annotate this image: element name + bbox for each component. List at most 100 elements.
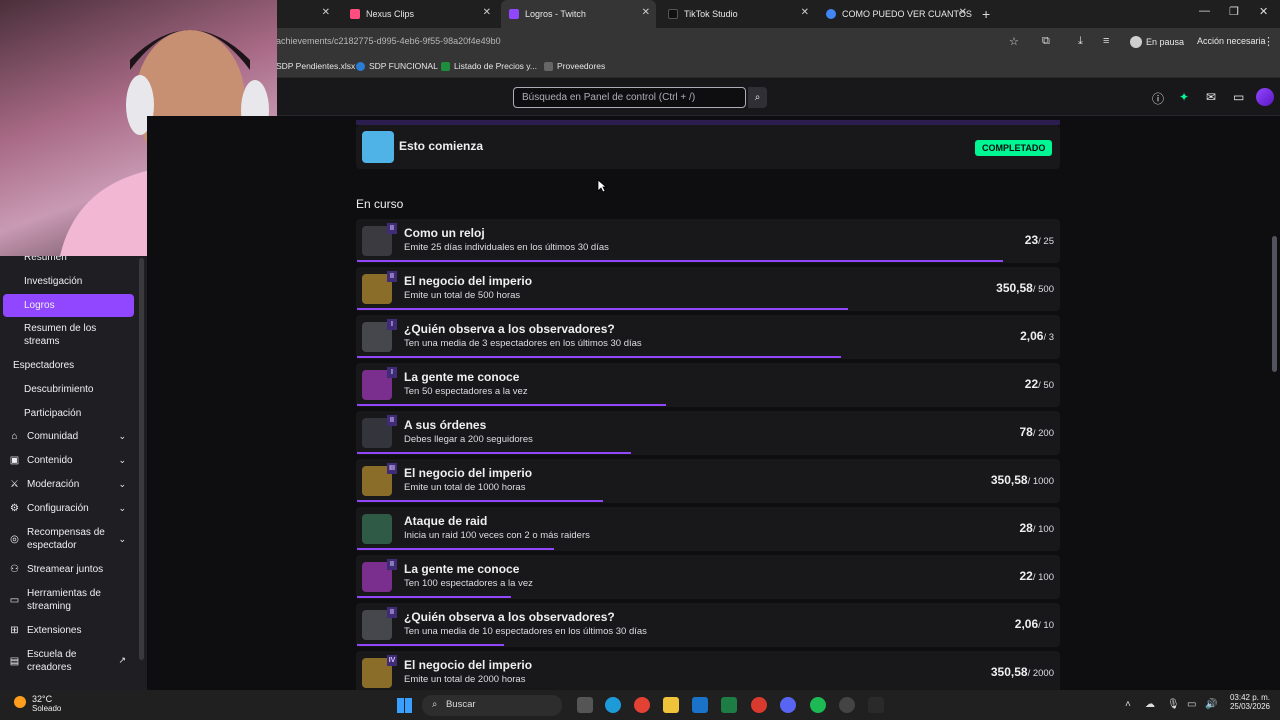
sidebar-item-espectadores[interactable]: Espectadores [0, 360, 140, 371]
file-explorer-icon[interactable] [663, 697, 679, 713]
achievement-completed-card[interactable]: Esto comienza [356, 125, 1060, 169]
sidebar-item-resumen-streams[interactable]: Resumen de los streams [0, 322, 120, 348]
achievement-card[interactable]: II La gente me conoce Ten 100 espectadores… [356, 555, 1060, 599]
achievement-card[interactable]: Ataque de raid Inicia un raid 100 veces c… [356, 507, 1060, 551]
menu-kebab-icon[interactable]: ⋮ [1263, 35, 1274, 48]
bookmark-item[interactable]: SDP FUNCIONAL [356, 61, 438, 71]
progress-bar [357, 404, 666, 406]
achievement-description: Emite un total de 1000 horas [404, 482, 526, 493]
epic-games-icon[interactable] [868, 697, 884, 713]
sidebar-item-extensiones[interactable]: ⊞ Extensiones [0, 625, 140, 636]
sidebar-scrollbar[interactable] [139, 258, 144, 660]
edge-icon[interactable] [605, 697, 621, 713]
avatar[interactable] [1256, 88, 1274, 106]
sidebar-item-recompensas[interactable]: ◎ Recompensas de espectador ⌄ [0, 526, 140, 552]
chrome-icon[interactable] [634, 697, 650, 713]
window-close-icon[interactable]: ✕ [1259, 5, 1268, 18]
tab-title: COMO PUEDO VER CUANTOS [842, 9, 972, 19]
achievement-card[interactable]: I ¿Quién observa a los observadores? Ten u… [356, 315, 1060, 359]
sidebar-item-escuela[interactable]: ▤ Escuela de creadores ↗ [0, 648, 140, 674]
community-icon: ⌂ [11, 431, 18, 442]
achievement-card[interactable]: II El negocio del imperio Emite un total d… [356, 267, 1060, 311]
bookmark-item[interactable]: SDP Pendientes.xlsx [276, 61, 355, 71]
close-icon[interactable]: ✕ [483, 7, 491, 18]
outlook-icon[interactable] [692, 697, 708, 713]
taskbar-clock[interactable]: 03:42 p. m. 25/03/2026 [1222, 693, 1270, 711]
close-icon[interactable]: ✕ [801, 7, 809, 18]
discord-icon[interactable] [780, 697, 796, 713]
achievement-card[interactable]: I La gente me conoce Ten 50 espectadores a… [356, 363, 1060, 407]
achievement-card[interactable]: II ¿Quién observa a los observadores? Ten … [356, 603, 1060, 647]
achievement-card[interactable]: III El negocio del imperio Emite un total … [356, 459, 1060, 503]
search-icon[interactable]: ⌕ [748, 87, 767, 108]
pdf-reader-icon[interactable] [751, 697, 767, 713]
main-scrollbar[interactable] [1272, 236, 1277, 372]
extensions-puzzle-icon[interactable]: ⧉ [1042, 35, 1050, 48]
download-icon[interactable]: ⤓ [1078, 35, 1083, 48]
sidebar-item-comunidad[interactable]: ⌂ Comunidad ⌄ [0, 431, 140, 442]
achievement-card[interactable]: IV El negocio del imperio Emite un total d… [356, 651, 1060, 695]
chevron-up-icon[interactable]: ˄ [1125, 699, 1131, 710]
display-icon[interactable]: ▭ [1187, 699, 1196, 710]
restore-icon[interactable]: ❐ [1229, 5, 1239, 18]
sidebar-item-moderacion[interactable]: ⚔ Moderación ⌄ [0, 479, 140, 490]
bookmark-item[interactable]: Listado de Precios y... [441, 61, 537, 71]
progress-bar [357, 452, 631, 454]
volume-icon[interactable]: 🔊 [1205, 699, 1217, 710]
close-icon[interactable]: ✕ [959, 7, 967, 18]
achievement-card[interactable]: II A sus órdenes Debes llegar a 200 seguid… [356, 411, 1060, 455]
moderation-icon: ⚔ [10, 479, 19, 490]
url-field[interactable]: achievements/c2182775-d995-4eb6-9f55-98a… [276, 36, 501, 46]
crown-icon[interactable]: ✦ [1179, 90, 1189, 104]
achievement-title: Ataque de raid [404, 514, 488, 528]
sidebar-item-participacion[interactable]: Participación [0, 408, 140, 419]
close-icon[interactable]: ✕ [642, 7, 650, 18]
excel-icon[interactable] [721, 697, 737, 713]
tab-title: Logros - Twitch [525, 9, 586, 19]
sidebar-item-logros[interactable]: Logros [3, 294, 134, 317]
windows-start-icon[interactable] [397, 698, 412, 713]
progress-current: 350,58 [996, 281, 1033, 295]
whispers-icon[interactable]: ▭ [1233, 90, 1244, 104]
close-icon[interactable]: ✕ [322, 7, 330, 18]
sidebar-item-herramientas[interactable]: ▭ Herramientas de streaming [0, 587, 140, 613]
search-input[interactable]: Búsqueda en Panel de control (Ctrl + /) [513, 87, 746, 108]
sidebar-item-contenido[interactable]: ▣ Contenido ⌄ [0, 455, 140, 466]
achievement-description: Inicia un raid 100 veces con 2 o más rai… [404, 530, 590, 541]
tab-close-previous[interactable]: ✕ [276, 0, 336, 28]
achievement-card[interactable]: II Como un reloj Emite 25 días individuale… [356, 219, 1060, 263]
weather-widget[interactable]: 32°C Soleado [14, 694, 61, 713]
sidebar-item-configuracion[interactable]: ⚙ Configuración ⌄ [0, 503, 140, 514]
microphone-icon[interactable]: 🎙 [1167, 699, 1180, 710]
new-tab-icon[interactable]: + [982, 6, 990, 22]
sidebar-item-descubrimiento[interactable]: Descubrimiento [0, 384, 140, 395]
task-view-icon[interactable] [577, 697, 593, 713]
help-icon[interactable]: ⓘ [1152, 90, 1164, 107]
sun-icon [14, 696, 26, 708]
section-title: En curso [356, 197, 404, 211]
sidebar-item-streamear-juntos[interactable]: ⚇ Streamear juntos [0, 564, 140, 575]
profile-avatar-icon [1130, 36, 1142, 48]
obs-icon[interactable] [839, 697, 855, 713]
inbox-icon[interactable]: ✉ [1206, 90, 1216, 104]
achievement-description: Emite un total de 500 horas [404, 290, 521, 301]
profile-status[interactable]: En pausa [1130, 36, 1184, 48]
profile-status-label: En pausa [1146, 37, 1185, 47]
star-bookmark-icon[interactable]: ☆ [1009, 35, 1019, 48]
bookmark-item[interactable]: Proveedores [544, 61, 605, 71]
tier-badge: I [387, 367, 397, 378]
tab-google-search[interactable]: COMO PUEDO VER CUANTOS ✕ [818, 0, 973, 28]
tab-logros-twitch[interactable]: Logros - Twitch ✕ [501, 0, 656, 28]
tier-badge: II [387, 607, 397, 618]
tab-nexus-clips[interactable]: Nexus Clips ✕ [342, 0, 497, 28]
minimize-icon[interactable]: — [1199, 5, 1210, 17]
reading-list-icon[interactable]: ≡ [1103, 35, 1109, 47]
spotify-icon[interactable] [810, 697, 826, 713]
sidebar-item-investigacion[interactable]: Investigación [0, 276, 140, 287]
network-icon[interactable]: ☁ [1145, 699, 1155, 710]
chevron-down-icon: ⌄ [118, 479, 126, 489]
taskbar-search[interactable]: ⌕ Buscar [422, 695, 562, 716]
tab-tiktok-studio[interactable]: TikTok Studio ✕ [660, 0, 815, 28]
achievement-description: Ten 100 espectadores a la vez [404, 578, 533, 589]
action-needed-button[interactable]: Acción necesaria [1197, 36, 1266, 46]
